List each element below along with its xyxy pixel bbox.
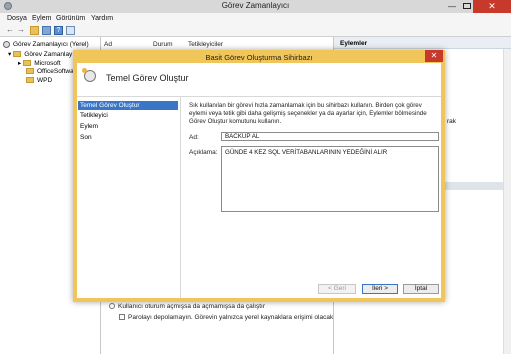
toolbar: ← → ? — [0, 24, 511, 37]
maximize-button[interactable] — [463, 3, 471, 9]
help-icon[interactable]: ? — [54, 26, 63, 35]
do-not-store-password-option[interactable]: Parolayı depolamayın. Görevin yalnızca y… — [119, 314, 333, 321]
basic-task-wizard-dialog: Basit Görev Oluşturma Sihirbazı ✕ Temel … — [73, 50, 445, 302]
name-field[interactable]: BACKUP AL — [221, 132, 439, 141]
step-finish[interactable]: Son — [78, 133, 178, 142]
step-create-basic-task[interactable]: Temel Görev Oluştur — [78, 101, 178, 110]
back-button[interactable]: < Geri — [318, 284, 356, 294]
menu-gorunum[interactable]: Görünüm — [56, 15, 85, 22]
tree-item-wpd[interactable]: WPD — [26, 77, 52, 86]
panel-icon[interactable] — [42, 26, 51, 35]
title-bar: Görev Zamanlayıcı — ✕ — [0, 0, 511, 13]
tree-item-officesoftware[interactable]: OfficeSoftwa — [26, 68, 74, 77]
menu-bar: Dosya Eylem Görünüm Yardım — [0, 13, 511, 24]
folder-icon[interactable] — [30, 26, 39, 35]
dialog-body: Temel Görev Oluştur Temel Görev Oluştur … — [77, 63, 441, 298]
actions-header: Eylemler — [334, 37, 511, 49]
dialog-title: Basit Görev Oluşturma Sihirbazı — [205, 53, 313, 62]
wizard-description: Sık kullanılan bir görevi hızla zamanlam… — [189, 102, 427, 125]
tree-root[interactable]: Görev Zamanlayıcı (Yerel) — [3, 41, 89, 50]
actions-scrollbar[interactable] — [503, 49, 511, 354]
minimize-button[interactable]: — — [446, 3, 458, 11]
description-field[interactable]: GÜNDE 4 KEZ SQL VERİTABANLARININ YEDEĞİN… — [221, 146, 439, 212]
folder-icon — [26, 77, 34, 84]
folder-icon — [13, 51, 22, 58]
step-trigger[interactable]: Tetikleyici — [78, 111, 178, 120]
tree-item-label: Microsoft — [34, 60, 61, 67]
tree-library[interactable]: ▾ Görev Zamanlay — [8, 50, 72, 59]
dialog-close-button[interactable]: ✕ — [425, 50, 443, 62]
properties-icon[interactable] — [66, 26, 75, 35]
checkbox[interactable] — [119, 314, 125, 321]
tree-item-label: WPD — [37, 77, 53, 84]
actions-text-fragment: rak — [447, 118, 457, 125]
close-button[interactable]: ✕ — [473, 0, 511, 13]
collapse-arrow-icon: ▸ — [18, 60, 22, 67]
folder-icon — [23, 60, 32, 67]
cancel-button[interactable]: İptal — [403, 284, 439, 294]
column-header-name[interactable]: Ad — [104, 41, 112, 48]
radio-label: Kullanıcı oturum açmışsa da açmamışsa da… — [118, 303, 266, 310]
clock-icon — [3, 41, 10, 48]
step-action[interactable]: Eylem — [78, 122, 178, 131]
description-label: Açıklama: — [189, 149, 218, 156]
tree-root-label: Görev Zamanlayıcı (Yerel) — [13, 41, 89, 49]
name-label: Ad: — [189, 134, 199, 141]
tree-item-microsoft[interactable]: ▸ Microsoft — [18, 59, 61, 68]
column-header-status[interactable]: Durum — [153, 41, 173, 48]
run-whether-logged-on-option[interactable]: Kullanıcı oturum açmışsa da açmamışsa da… — [109, 303, 265, 310]
menu-dosya[interactable]: Dosya — [7, 15, 27, 22]
radio-button[interactable] — [109, 303, 115, 310]
column-header-triggers[interactable]: Tetikleyiciler — [188, 41, 223, 48]
task-clock-icon — [82, 68, 96, 82]
tree-item-label: OfficeSoftwa — [37, 68, 74, 75]
menu-yardim[interactable]: Yardım — [91, 15, 113, 22]
tree-library-label: Görev Zamanlay — [24, 51, 73, 58]
forward-icon[interactable]: → — [17, 26, 26, 35]
back-icon[interactable]: ← — [6, 26, 15, 35]
expand-arrow-icon: ▾ — [8, 51, 12, 58]
wizard-header-title: Temel Görev Oluştur — [106, 73, 189, 83]
folder-icon — [26, 68, 34, 75]
checkbox-label: Parolayı depolamayın. Görevin yalnızca y… — [128, 314, 334, 321]
menu-eylem[interactable]: Eylem — [32, 15, 51, 22]
wizard-steps: Temel Görev Oluştur Tetikleyici Eylem So… — [77, 97, 181, 298]
next-button[interactable]: İleri > — [362, 284, 398, 294]
wizard-content: Sık kullanılan bir görevi hızla zamanlam… — [181, 97, 441, 298]
wizard-header: Temel Görev Oluştur — [77, 63, 441, 97]
window-title: Görev Zamanlayıcı — [221, 1, 290, 10]
